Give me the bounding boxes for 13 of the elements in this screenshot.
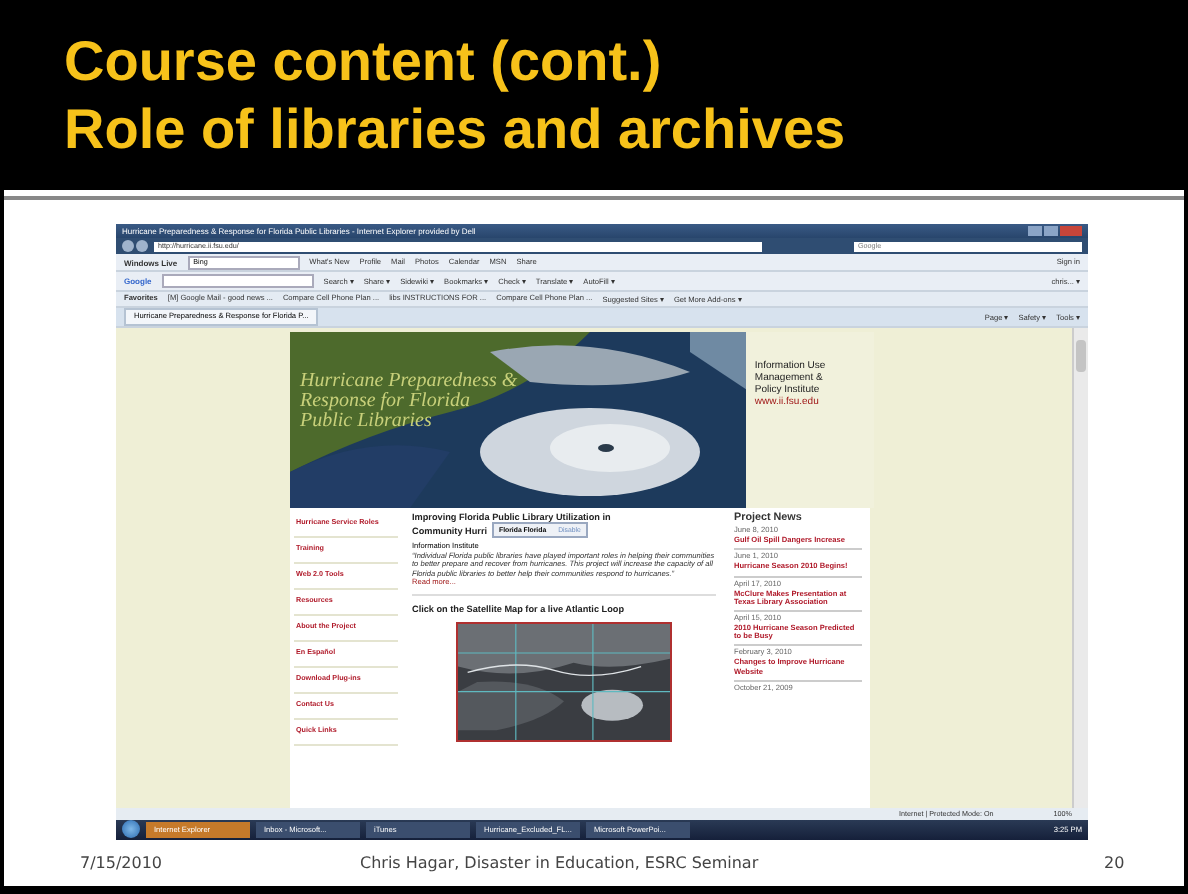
slide-date: 7/15/2010 — [80, 854, 165, 872]
start-button[interactable] — [122, 820, 140, 839]
back-forward-icon[interactable] — [122, 240, 148, 253]
scroll-bar[interactable] — [1072, 328, 1088, 809]
slide-title: Role of libraries and archives — [64, 95, 848, 163]
slide-footer: Chris Hagar, Disaster in Education, ESRC Seminar — [360, 854, 1104, 872]
site-title: Hurricane Preparedness & — [300, 372, 520, 393]
slide-number: 20 — [1104, 854, 1127, 872]
window-controls-icon[interactable] — [1028, 226, 1082, 237]
site-title: Response for Florida — [300, 392, 470, 413]
slide-title: Course content (cont.) — [64, 27, 664, 95]
site-title: Public Libraries — [300, 412, 434, 433]
toolbar-search-field[interactable] — [161, 273, 314, 288]
